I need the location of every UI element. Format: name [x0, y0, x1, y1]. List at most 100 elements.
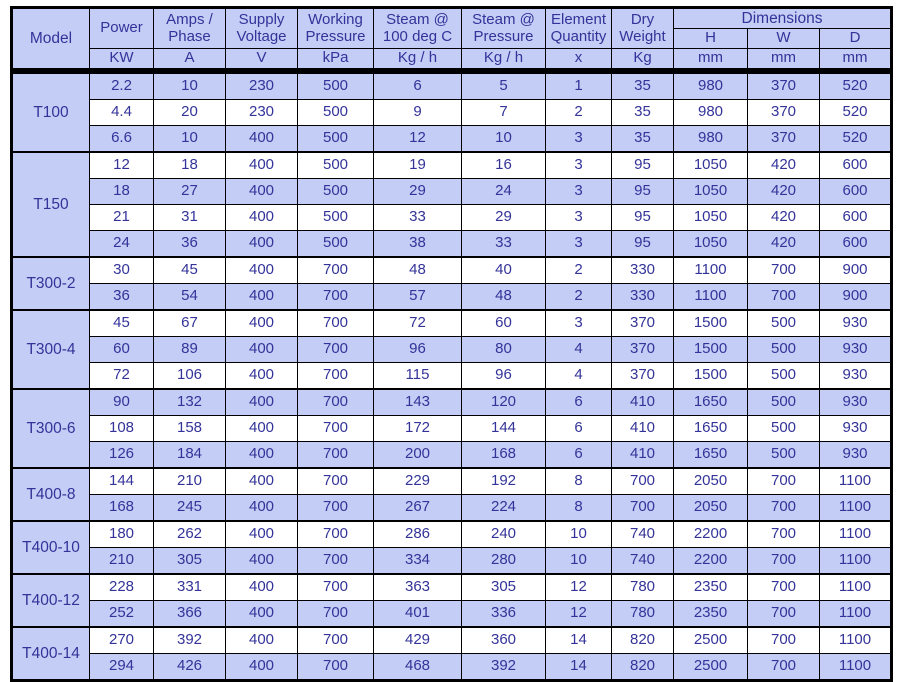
cell-power: 30 [89, 255, 154, 284]
table-row[interactable]: T300-2 30 45 400 700 48 40 2 330 1100 700 900 [11, 255, 892, 311]
cell-elements: 3 [545, 229, 612, 258]
cell-d: 1100 [819, 546, 892, 575]
cell-voltage: 400 [225, 124, 298, 153]
cell-d: 520 [819, 71, 892, 100]
cell-voltage: 400 [225, 652, 298, 682]
table-row[interactable]: T150 12 18 400 500 19 16 3 95 1050 420 600 [11, 150, 892, 258]
table-row[interactable]: T400-14 270 392 400 700 429 360 14 820 2500 700 110… [11, 625, 892, 682]
cell-h: 980 [673, 98, 748, 126]
table-row[interactable]: 36 54 400 700 57 48 2 330 1100 700 900 [12, 282, 892, 311]
cell-h: 2500 [673, 652, 748, 682]
table-row[interactable]: T100 2.2 10 230 500 6 5 1 35 980 370 520 [11, 71, 892, 153]
table-row[interactable]: 294 426 400 700 468 392 14 820 2500 700 1100 [12, 652, 892, 682]
cell-h: 1500 [673, 361, 748, 390]
model-cell: T400-8 [11, 466, 90, 522]
cell-dryweight: 370 [611, 335, 674, 363]
header-unit-7: Kg [611, 48, 674, 70]
cell-dryweight: 95 [611, 229, 674, 258]
cell-pressure: 700 [297, 625, 374, 654]
cell-elements: 3 [545, 177, 612, 205]
table-row[interactable]: 108 158 400 700 172 144 6 410 1650 500 930 [12, 414, 892, 442]
cell-steamp: 16 [461, 150, 546, 179]
cell-steam100: 57 [373, 282, 462, 311]
table-row[interactable]: 252 366 400 700 401 336 12 780 2350 700 1100 [12, 599, 892, 628]
cell-steamp: 24 [461, 177, 546, 205]
cell-power: 252 [89, 599, 154, 628]
cell-pressure: 700 [297, 414, 374, 442]
cell-voltage: 400 [225, 255, 298, 284]
table-row[interactable]: 18 27 400 500 29 24 3 95 1050 420 600 [12, 177, 892, 205]
header-cell-line1-0: Power [100, 19, 143, 37]
header-row-units: KW A VkPa Kg / h Kg / h x Kg mm mm mm [12, 48, 893, 70]
table-row[interactable]: 21 31 400 500 33 29 3 95 1050 420 600 [12, 203, 892, 231]
table-row[interactable]: T300-6 90 132 400 700 143 120 6 410 1650 500 930 [11, 387, 892, 469]
cell-dryweight: 410 [611, 440, 674, 469]
header-cell-model: Model [11, 7, 90, 70]
cell-h: 1650 [673, 414, 748, 442]
cell-w: 500 [747, 308, 820, 337]
table-row[interactable]: 6.6 10 400 500 12 10 3 35 980 370 520 [12, 124, 892, 153]
model-cell: T150 [11, 150, 90, 258]
cell-pressure: 700 [297, 546, 374, 575]
cell-steam100: 429 [373, 625, 462, 654]
model-cell: T300-2 [11, 255, 90, 311]
table-row[interactable]: T400-12 228 331 400 700 363 305 12 780 2350 700 110… [11, 572, 892, 628]
cell-amps: 10 [153, 124, 226, 153]
cell-steamp: 224 [461, 493, 546, 522]
cell-amps: 27 [153, 177, 226, 205]
cell-d: 600 [819, 229, 892, 258]
cell-dryweight: 410 [611, 387, 674, 416]
cell-steam100: 200 [373, 440, 462, 469]
cell-w: 700 [747, 625, 820, 654]
cell-power: 90 [89, 387, 154, 416]
header-unit-5: Kg / h [461, 48, 546, 70]
cell-h: 2050 [673, 493, 748, 522]
cell-pressure: 700 [297, 282, 374, 311]
table-row[interactable]: 168 245 400 700 267 224 8 700 2050 700 1100 [12, 493, 892, 522]
table-row[interactable]: 210 305 400 700 334 280 10 740 2200 700 1100 [12, 546, 892, 575]
header-cell-dim-h: H [673, 28, 748, 50]
table-row[interactable]: 72 106 400 700 115 96 4 370 1500 500 930 [12, 361, 892, 390]
cell-w: 500 [747, 361, 820, 390]
cell-voltage: 400 [225, 572, 298, 601]
table-row[interactable]: T400-10 180 262 400 700 286 240 10 740 2200 700 110… [11, 519, 892, 575]
cell-power: 36 [89, 282, 154, 311]
cell-w: 700 [747, 546, 820, 575]
table-row[interactable]: 24 36 400 500 38 33 3 95 1050 420 600 [12, 229, 892, 258]
cell-steam100: 334 [373, 546, 462, 575]
cell-voltage: 400 [225, 282, 298, 311]
cell-steam100: 9 [373, 98, 462, 126]
cell-elements: 10 [545, 519, 612, 548]
cell-pressure: 700 [297, 599, 374, 628]
cell-amps: 158 [153, 414, 226, 442]
cell-w: 700 [747, 599, 820, 628]
cell-steam100: 468 [373, 652, 462, 682]
header-cell-dim-w: W [747, 28, 820, 50]
cell-voltage: 400 [225, 440, 298, 469]
cell-h: 2500 [673, 625, 748, 654]
table-row[interactable]: 60 89 400 700 96 80 4 370 1500 500 930 [12, 335, 892, 363]
header-cell-line2-5: Pressure [473, 27, 534, 45]
cell-elements: 14 [545, 625, 612, 654]
cell-d: 930 [819, 387, 892, 416]
cell-power: 168 [89, 493, 154, 522]
cell-steamp: 40 [461, 255, 546, 284]
header-unit-dim-h: mm [673, 48, 748, 70]
model-cell: T300-4 [11, 308, 90, 390]
cell-h: 1500 [673, 308, 748, 337]
table-row[interactable]: T400-8 144 210 400 700 229 192 8 700 2050 700 1100 [11, 466, 892, 522]
cell-h: 2050 [673, 466, 748, 495]
cell-steam100: 286 [373, 519, 462, 548]
header-cell-5: Steam @ Pressure [461, 6, 546, 50]
cell-h: 2350 [673, 572, 748, 601]
cell-dryweight: 780 [611, 572, 674, 601]
cell-dryweight: 740 [611, 519, 674, 548]
cell-dryweight: 780 [611, 599, 674, 628]
cell-d: 600 [819, 203, 892, 231]
cell-steamp: 10 [461, 124, 546, 153]
table-row[interactable]: T300-4 45 67 400 700 72 60 3 370 1500 500 930 [11, 308, 892, 390]
table-row[interactable]: 4.4 20 230 500 9 7 2 35 980 370 520 [12, 98, 892, 126]
cell-amps: 18 [153, 150, 226, 179]
cell-elements: 4 [545, 361, 612, 390]
table-row[interactable]: 126 184 400 700 200 168 6 410 1650 500 930 [12, 440, 892, 469]
